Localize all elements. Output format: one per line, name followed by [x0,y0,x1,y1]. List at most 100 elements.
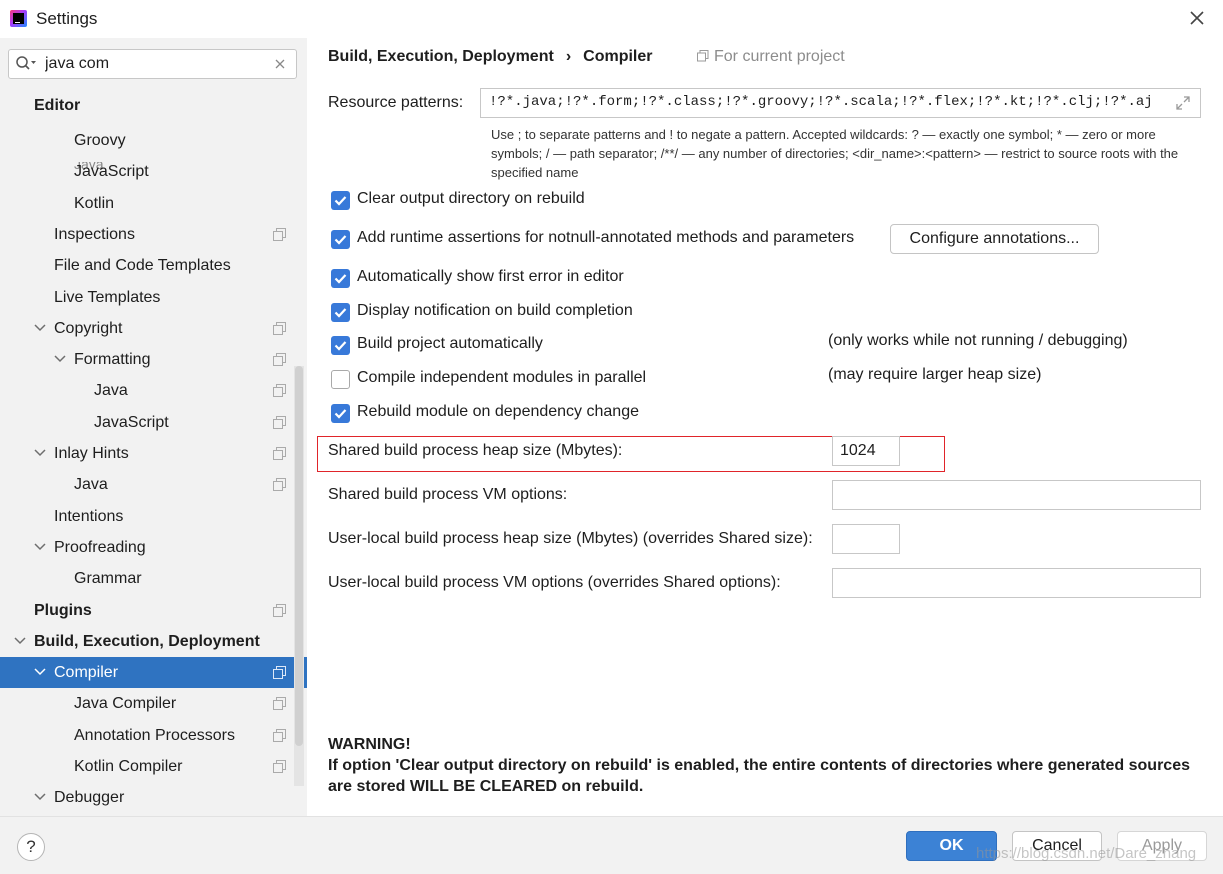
chevron-down-icon[interactable] [34,542,46,552]
dialog-footer: ? OK Cancel Apply https://blog.csdn.net/… [0,816,1223,874]
search-icon[interactable] [15,55,37,73]
option-label[interactable]: Rebuild module on dependency change [357,403,639,421]
search-box[interactable] [8,49,297,79]
configure-annotations-button[interactable]: Configure annotations... [890,224,1099,254]
option-note: (may require larger heap size) [828,366,1042,383]
sidebar-item-inspections[interactable]: Inspections [0,219,307,250]
scope-label: For current project [714,48,845,65]
project-scope-icon [273,353,286,367]
title-bar: Settings [0,0,1223,38]
shared-vm-field[interactable] [832,480,1201,510]
project-scope-icon [273,603,286,617]
chevron-down-icon[interactable] [14,636,26,646]
sidebar-scrollbar[interactable] [295,366,303,746]
resource-patterns-label: Resource patterns: [328,94,464,111]
sidebar-item-kotlin-compiler[interactable]: Kotlin Compiler [0,751,307,782]
checkbox-checked[interactable] [331,404,350,423]
chevron-down-icon[interactable] [34,323,46,333]
project-scope-icon [273,321,286,335]
chevron-down-icon[interactable] [34,792,46,802]
sidebar-item-java[interactable]: Java [0,469,307,500]
sidebar-item-label: Intentions [54,507,124,525]
sidebar-item-proofreading[interactable]: Proofreading [0,532,307,563]
project-scope-icon [273,666,286,680]
user-heap-field[interactable] [832,524,900,554]
shared-heap-field[interactable] [832,436,900,466]
ok-button[interactable]: OK [906,831,997,861]
sidebar-item-label: Proofreading [54,538,146,556]
sidebar-item-label: Inspections [54,225,135,243]
sidebar-item-javascript[interactable]: JavaScript [0,156,307,187]
project-scope-icon [273,227,286,241]
sidebar-item-label: Debugger [54,789,125,807]
sidebar-item-label: Groovy [74,132,126,149]
sidebar-item-formatting[interactable]: Formatting [0,344,307,375]
project-scope-icon [273,760,286,773]
checkmark-icon [334,409,347,419]
sidebar-item-label: Java [74,476,108,494]
option-label[interactable]: Clear output directory on rebuild [357,190,585,208]
intellij-logo-icon [10,10,27,27]
option-label[interactable]: Add runtime assertions for notnull-annot… [357,229,854,247]
sidebar-item-annotation-processors[interactable]: Annotation Processors [0,720,307,751]
sidebar-item-groovy[interactable]: Groovy [0,125,307,156]
apply-button[interactable]: Apply [1117,831,1207,861]
sidebar-item-plugins[interactable]: Plugins [0,595,307,626]
checkbox-checked[interactable] [331,230,350,249]
resource-patterns-hint: Use ; to separate patterns and ! to nega… [491,127,1179,180]
sidebar-item-kotlin[interactable]: Kotlin [0,188,307,219]
sidebar-item-label: Build, Execution, Deployment [34,632,260,650]
option-label[interactable]: Build project automatically [357,335,543,353]
scope-indicator: For current project [697,48,845,66]
checkbox-unchecked[interactable] [331,370,350,389]
sidebar-item-live-templates[interactable]: Live Templates [0,282,307,313]
sidebar-item-label: Grammar [74,570,142,588]
checkbox-checked[interactable] [331,191,350,210]
close-icon[interactable] [1187,8,1207,28]
option-label[interactable]: Compile independent modules in parallel [357,369,646,387]
sidebar-item-compiler[interactable]: Compiler [0,657,307,689]
sidebar-item-copyright[interactable]: Copyright [0,313,307,344]
sidebar-item-label: Annotation Processors [74,726,235,744]
option-label[interactable]: Display notification on build completion [357,302,633,320]
checkbox-checked[interactable] [331,269,350,288]
chevron-down-icon[interactable] [34,667,46,677]
sidebar-item-build-execution-deployment[interactable]: Build, Execution, Deployment [0,626,307,657]
breadcrumb: Build, Execution, Deployment › Compiler [328,48,652,66]
sidebar-item-label: Java [94,382,128,400]
settings-sidebar: Editor Java Groovy JavaScript Kotlin Inspec… [0,38,307,816]
project-scope-icon [697,50,709,62]
section-editor[interactable]: Editor [0,90,307,121]
checkmark-icon [334,308,347,318]
sidebar-item-label: JavaScript [74,163,149,181]
user-vm-field[interactable] [832,568,1201,598]
sidebar-item-inlay-hints[interactable]: Inlay Hints [0,438,307,469]
sidebar-item-java[interactable]: Java [0,375,307,406]
expand-icon[interactable] [1175,95,1191,111]
clear-search-icon[interactable] [274,58,286,70]
sidebar-item-grammar[interactable]: Grammar [0,563,307,594]
sidebar-item-debugger[interactable]: Debugger [0,782,307,813]
help-button[interactable]: ? [17,833,45,861]
chevron-down-icon[interactable] [54,354,66,364]
chevron-down-icon[interactable] [34,448,46,458]
user-heap-label: User-local build process heap size (Mbyt… [328,530,813,547]
resource-patterns-field[interactable]: !?*.java;!?*.form;!?*.class;!?*.groovy;!… [480,88,1201,118]
breadcrumb-parent: Build, Execution, Deployment [328,48,554,65]
project-scope-icon [273,447,286,460]
sidebar-item-label: Java Compiler [74,695,177,713]
sidebar-item-javascript[interactable]: JavaScript [0,407,307,438]
cancel-button[interactable]: Cancel [1012,831,1102,861]
checkbox-checked[interactable] [331,303,350,322]
option-label[interactable]: Automatically show first error in editor [357,268,624,286]
project-scope-icon [273,478,286,492]
sidebar-item-java-compiler[interactable]: Java Compiler [0,688,307,719]
search-input[interactable] [45,54,265,74]
breadcrumb-current: Compiler [583,48,653,65]
sidebar-item-label: JavaScript [94,413,169,431]
project-scope-icon [273,728,286,742]
sidebar-item-file-and-code-templates[interactable]: File and Code Templates [0,250,307,281]
warning-text: If option 'Clear output directory on reb… [328,757,1190,795]
sidebar-item-intentions[interactable]: Intentions [0,501,307,532]
checkbox-checked[interactable] [331,336,350,355]
